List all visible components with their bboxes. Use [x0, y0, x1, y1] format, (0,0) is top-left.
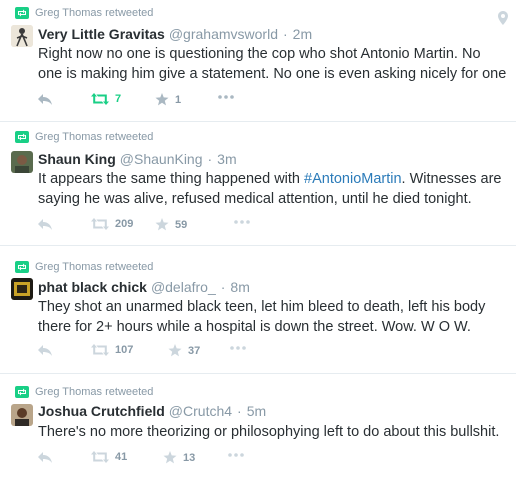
retweet-button[interactable]: 107 [91, 344, 133, 356]
retweet-context: Greg Thomas retweeted [15, 131, 153, 143]
reply-icon [38, 219, 52, 230]
location-pin-icon[interactable] [498, 11, 508, 25]
timestamp[interactable]: 5m [247, 403, 266, 419]
favorite-button[interactable]: 1 [155, 93, 181, 106]
tweet-header: Shaun King @ShaunKing · 3m [38, 151, 237, 167]
retweet-badge-icon [15, 131, 29, 143]
favorite-button[interactable]: 59 [155, 218, 187, 231]
retweet-context: Greg Thomas retweeted [15, 261, 153, 273]
retweet-count: 7 [115, 93, 122, 105]
favorite-icon [155, 218, 169, 231]
author-name[interactable]: phat black chick [38, 279, 147, 295]
separator-dot: · [237, 403, 242, 419]
favorite-button[interactable]: 37 [168, 344, 200, 357]
favorite-icon [155, 93, 169, 106]
tweet-text: Right now no one is questioning the cop … [38, 46, 507, 82]
retweet-icon [91, 451, 109, 463]
tweet-header: Joshua Crutchfield @Crutch4 · 5m [38, 403, 266, 419]
timestamp[interactable]: 3m [217, 151, 236, 167]
retweet-icon [91, 218, 109, 230]
tweet-header: phat black chick @delafro_ · 8m [38, 279, 250, 295]
timestamp[interactable]: 2m [293, 26, 312, 42]
avatar[interactable] [11, 404, 33, 426]
retweet-count: 107 [115, 344, 134, 356]
hashtag-link[interactable]: #AntonioMartin [304, 171, 402, 187]
tweet-text: They shot an unarmed black teen, let him… [38, 299, 486, 335]
favorite-icon [168, 344, 182, 357]
tweet-text-part: It appears the same thing happened with [38, 171, 305, 187]
reply-icon [38, 452, 52, 463]
retweet-badge-icon [15, 386, 29, 398]
retweeted-by-label: Greg Thomas retweeted [35, 131, 154, 143]
more-icon [234, 220, 250, 224]
retweet-context: Greg Thomas retweeted [15, 386, 153, 398]
retweeted-by-label: Greg Thomas retweeted [35, 7, 154, 19]
separator-dot: · [207, 151, 213, 167]
more-icon [218, 95, 234, 99]
more-options-button[interactable] [218, 95, 234, 99]
retweet-badge-icon [15, 261, 29, 273]
retweet-button[interactable]: 41 [91, 451, 127, 463]
tweet[interactable]: Greg Thomas retweeted Shaun King @ShaunKi… [0, 122, 516, 246]
favorite-count: 1 [175, 93, 182, 106]
more-options-button[interactable] [228, 453, 244, 457]
avatar[interactable] [11, 25, 33, 47]
favorite-count: 37 [188, 344, 201, 357]
tweet[interactable]: Greg Thomas retweeted Joshua Crutchfield… [0, 374, 516, 478]
author-handle[interactable]: @grahamvsworld [169, 26, 278, 42]
reply-icon [38, 345, 52, 356]
author-name[interactable]: Joshua Crutchfield [38, 403, 165, 419]
favorite-count: 13 [183, 451, 196, 464]
retweet-icon [91, 93, 109, 105]
author-handle[interactable]: @Crutch4 [169, 403, 232, 419]
more-icon [230, 346, 246, 350]
favorite-button[interactable]: 13 [163, 451, 195, 464]
retweet-count: 41 [115, 451, 128, 463]
reply-button[interactable] [38, 344, 52, 356]
more-options-button[interactable] [230, 346, 246, 350]
retweet-count: 209 [115, 218, 134, 230]
avatar[interactable] [11, 278, 33, 300]
tweet-header: Very Little Gravitas @grahamvsworld · 2m [38, 26, 312, 42]
reply-button[interactable] [38, 218, 52, 230]
retweet-badge-icon [15, 7, 29, 19]
reply-icon [38, 94, 52, 105]
timestamp[interactable]: 8m [230, 279, 249, 295]
favorite-icon [163, 451, 177, 464]
tweet[interactable]: Greg Thomas retweeted Very Little Gravit… [0, 0, 516, 122]
author-name[interactable]: Very Little Gravitas [38, 26, 165, 42]
favorite-count: 59 [175, 218, 188, 231]
more-options-button[interactable] [234, 220, 250, 224]
separator-dot: · [282, 26, 288, 42]
author-name[interactable]: Shaun King [38, 151, 116, 167]
tweet[interactable]: Greg Thomas retweeted phat black chick @d… [0, 246, 516, 374]
retweet-icon [91, 344, 109, 356]
reply-button[interactable] [38, 451, 52, 463]
more-icon [228, 453, 244, 457]
author-handle[interactable]: @ShaunKing [120, 151, 203, 167]
retweet-context: Greg Thomas retweeted [15, 7, 153, 19]
tweet-text: There's no more theorizing or philosophy… [38, 424, 500, 440]
author-handle[interactable]: @delafro_ [151, 279, 216, 295]
retweet-button[interactable]: 209 [91, 218, 133, 230]
tweet-text: It appears the same thing happened with … [38, 169, 508, 209]
reply-button[interactable] [38, 93, 52, 105]
retweet-button[interactable]: 7 [91, 93, 121, 105]
retweeted-by-label: Greg Thomas retweeted [35, 261, 154, 273]
retweeted-by-label: Greg Thomas retweeted [35, 386, 154, 398]
separator-dot: · [220, 279, 226, 295]
avatar[interactable] [11, 151, 33, 173]
